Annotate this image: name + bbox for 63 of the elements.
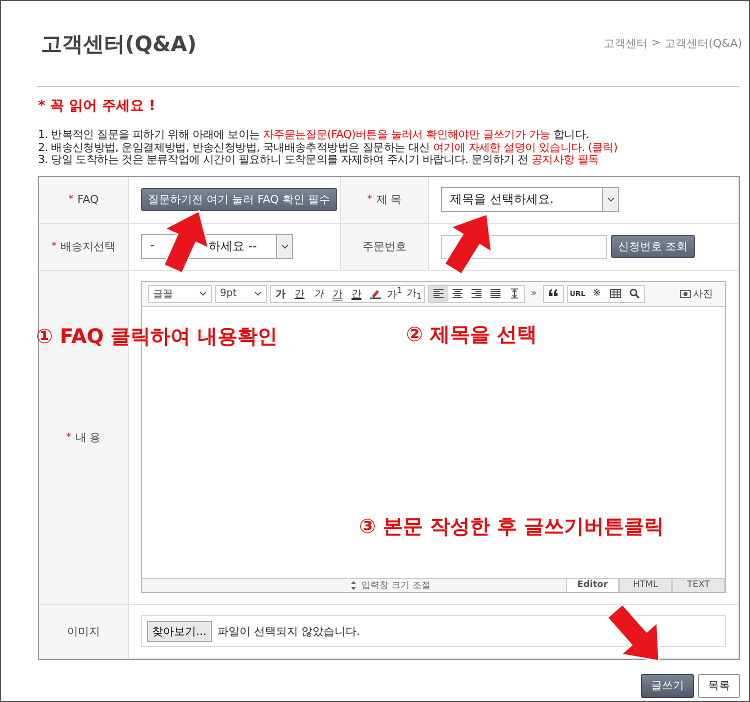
label-text: 이미지 [67, 624, 100, 638]
required-mark: * [68, 194, 74, 205]
lookup-button[interactable]: 신청번호 조회 [611, 235, 694, 258]
file-field[interactable]: 찾아보기... 파일이 선택되지 않았습니다. [141, 615, 726, 647]
browse-button[interactable]: 찾아보기... [147, 620, 212, 642]
camera-icon [680, 288, 691, 299]
label-text: 배송지선택 [60, 239, 116, 254]
photo-button[interactable]: 사진 [674, 286, 719, 302]
write-button[interactable]: 글쓰기 [641, 674, 694, 698]
align-button[interactable] [428, 286, 448, 302]
faq-button[interactable]: 질문하기전 여기 눌러 FAQ 확인 필수 [141, 188, 337, 211]
caret-icon [199, 291, 207, 296]
resize-handle[interactable]: 입력창 크기 조절 [142, 578, 566, 592]
line-height-icon [508, 288, 520, 299]
format-button[interactable]: 가$^{1}$ [385, 286, 404, 302]
search-icon [629, 288, 640, 299]
notice-heading: * 꼭 읽어 주세요 ! [38, 97, 156, 115]
notice-line: 2. 배송신청방법, 운임결제방법, 반송신청방법, 국내배송추적방법은 질문하는 대신 여기에 자세한 설명이 있습니다. (클릭) [38, 142, 618, 154]
format-button[interactable]: 가$_{1}$ [404, 286, 424, 302]
file-status: 파일이 선택되지 않았습니다. [218, 624, 360, 638]
label-text: 내 용 [75, 430, 101, 444]
format-button[interactable]: 간 [290, 286, 309, 302]
format-button[interactable]: 간 [347, 286, 366, 302]
editor-tab[interactable]: HTML [619, 578, 672, 592]
list-button[interactable]: 목록 [698, 674, 740, 698]
format-button[interactable]: 가 [309, 286, 328, 302]
size-select[interactable]: 9pt [215, 284, 267, 302]
highlight-icon [370, 288, 381, 299]
subject-select[interactable]: 제목을 선택하세요. [441, 187, 619, 212]
table-icon [610, 288, 622, 299]
page-title: 고객센터(Q&A) [41, 30, 197, 58]
label-text: 제 목 [376, 192, 402, 207]
breadcrumb[interactable]: 고객센터 [603, 36, 648, 51]
arrow-icon [443, 212, 493, 276]
breadcrumb: > [651, 36, 661, 51]
more-button[interactable]: » [528, 288, 540, 299]
font-select[interactable]: 글꼴 [148, 284, 212, 302]
align-left-icon [432, 288, 444, 299]
label-text: FAQ [77, 193, 99, 206]
annotation-text: ② 제목을 선택 [406, 321, 537, 348]
caret-icon [606, 197, 614, 202]
caret-icon [280, 244, 288, 249]
notice-line: 3. 당일 도착하는 것은 분류작업에 시간이 필요하니 도착문의를 자제하여 주시기 바랍니다. 문의하기 전 공지사항 필독 [38, 154, 600, 166]
annotation-text: ③ 본문 작성한 후 글쓰기버튼클릭 [359, 513, 664, 540]
justify-icon [490, 288, 501, 299]
format-button[interactable]: 가 [271, 286, 290, 302]
required-mark: * [367, 194, 372, 205]
label-text: 주문번호 [362, 239, 406, 254]
required-mark: * [66, 432, 72, 442]
align-right-icon [470, 288, 482, 299]
align-center-icon [452, 288, 463, 299]
arrow-icon [606, 603, 660, 662]
quote-icon [548, 288, 559, 299]
format-button[interactable]: 가 [328, 286, 347, 302]
breadcrumb[interactable]: 고객센터(Q&A) [664, 36, 742, 51]
special-char-button[interactable]: ※ [587, 286, 606, 302]
required-mark: * [52, 241, 56, 252]
caret-icon [254, 291, 262, 296]
arrow-icon [162, 210, 210, 274]
annotation-text: ① FAQ 클릭하여 내용확인 [36, 323, 278, 350]
notice-line: 1. 반복적인 질문을 피하기 위해 아래에 보이는 자주묻는질문(FAQ)버튼을 눌러서 확인해야만 글쓰기가 가능 합니다. [38, 129, 590, 142]
editor-tab[interactable]: TEXT [672, 578, 725, 592]
editor-tab[interactable]: Editor [566, 578, 619, 592]
